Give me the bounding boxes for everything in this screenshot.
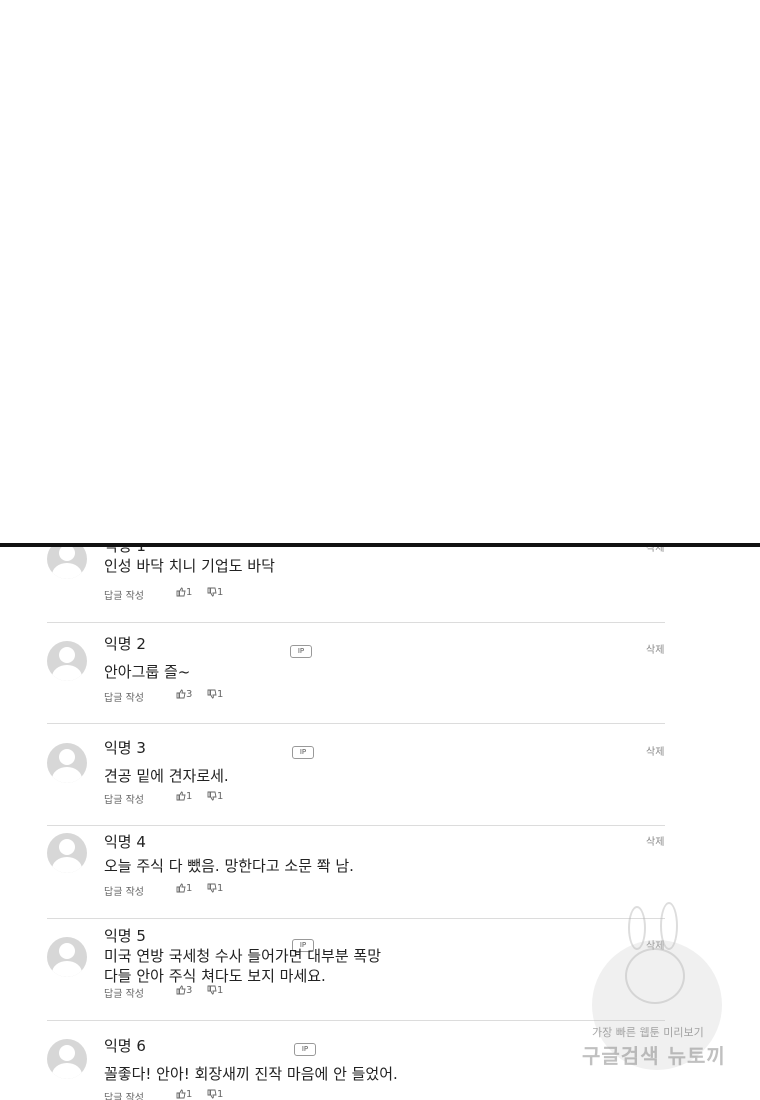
- comment-text: 오늘 주식 다 뺐음. 망한다고 소문 쫙 남.: [104, 857, 354, 875]
- like-button[interactable]: 1: [176, 883, 192, 894]
- dislike-button[interactable]: 1: [207, 689, 223, 700]
- dislike-button[interactable]: 1: [207, 587, 223, 598]
- dislike-button[interactable]: 1: [207, 985, 223, 996]
- reply-button[interactable]: 답글 작성: [104, 1089, 144, 1100]
- dislike-count: 1: [217, 689, 224, 700]
- comment-divider: [47, 622, 665, 623]
- like-count: 1: [186, 883, 193, 894]
- dislike-button[interactable]: 1: [207, 791, 223, 802]
- reply-button[interactable]: 답글 작성: [104, 587, 144, 602]
- comment-author: 익명 6: [104, 1037, 146, 1055]
- dislike-count: 1: [217, 1089, 224, 1100]
- thumbs-down-icon: [207, 883, 217, 893]
- comment-text: 다들 안아 주식 쳐다도 보지 마세요.: [104, 967, 326, 985]
- ip-badge: IP: [294, 1043, 316, 1056]
- comment-text: 안아그룹 즐~: [104, 663, 191, 681]
- comment-author: 익명 4: [104, 833, 146, 851]
- thumbs-up-icon: [176, 587, 186, 597]
- dislike-button[interactable]: 1: [207, 1089, 223, 1100]
- like-button[interactable]: 3: [176, 689, 192, 700]
- reply-button[interactable]: 답글 작성: [104, 791, 144, 806]
- like-button[interactable]: 3: [176, 985, 192, 996]
- like-count: 1: [186, 1089, 193, 1100]
- comment-author: 익명 2: [104, 635, 146, 653]
- comment-author: 익명 3: [104, 739, 146, 757]
- dislike-count: 1: [217, 883, 224, 894]
- comment-list: 익명 1 삭제 인성 바닥 치니 기업도 바닥 답글 작성 1 1 익명 2 I…: [0, 547, 760, 1100]
- like-count: 1: [186, 587, 193, 598]
- reply-button[interactable]: 답글 작성: [104, 985, 144, 1000]
- dislike-count: 1: [217, 791, 224, 802]
- like-count: 3: [186, 985, 193, 996]
- avatar-icon: [47, 743, 87, 783]
- delete-button[interactable]: 삭제: [646, 743, 664, 758]
- comment-text: 미국 연방 국세청 수사 들어가면 대부분 폭망: [104, 947, 382, 965]
- avatar-icon: [47, 937, 87, 977]
- reply-button[interactable]: 답글 작성: [104, 689, 144, 704]
- comment-divider: [47, 825, 665, 826]
- comment-text: 꼴좋다! 안아! 회장새끼 진작 마음에 안 들었어.: [104, 1065, 398, 1083]
- delete-button[interactable]: 삭제: [646, 641, 664, 656]
- delete-button[interactable]: 삭제: [646, 833, 664, 848]
- like-button[interactable]: 1: [176, 587, 192, 598]
- dislike-button[interactable]: 1: [207, 883, 223, 894]
- avatar-icon: [47, 641, 87, 681]
- thumbs-down-icon: [207, 587, 217, 597]
- delete-button[interactable]: 삭제: [646, 547, 664, 554]
- like-button[interactable]: 1: [176, 791, 192, 802]
- avatar-icon: [47, 547, 87, 579]
- comment-text: 인성 바닥 치니 기업도 바닥: [104, 557, 275, 575]
- ip-badge: IP: [292, 746, 314, 759]
- delete-button[interactable]: 삭제: [646, 937, 664, 952]
- like-button[interactable]: 1: [176, 1089, 192, 1100]
- avatar-icon: [47, 1039, 87, 1079]
- thumbs-down-icon: [207, 689, 217, 699]
- comment-text: 견공 밑에 견자로세.: [104, 767, 229, 785]
- like-count: 1: [186, 791, 193, 802]
- thumbs-down-icon: [207, 1089, 217, 1099]
- thumbs-up-icon: [176, 689, 186, 699]
- thumbs-up-icon: [176, 985, 186, 995]
- thumbs-up-icon: [176, 883, 186, 893]
- ip-badge: IP: [290, 645, 312, 658]
- dislike-count: 1: [217, 985, 224, 996]
- thumbs-down-icon: [207, 985, 217, 995]
- comment-divider: [47, 918, 665, 919]
- dislike-count: 1: [217, 587, 224, 598]
- comment-author: 익명 5: [104, 927, 146, 945]
- avatar-icon: [47, 833, 87, 873]
- thumbs-up-icon: [176, 1089, 186, 1099]
- thumbs-up-icon: [176, 791, 186, 801]
- reply-button[interactable]: 답글 작성: [104, 883, 144, 898]
- comment-divider: [47, 723, 665, 724]
- comment-divider: [47, 1020, 665, 1021]
- like-count: 3: [186, 689, 193, 700]
- blank-top-area: [0, 0, 760, 543]
- thumbs-down-icon: [207, 791, 217, 801]
